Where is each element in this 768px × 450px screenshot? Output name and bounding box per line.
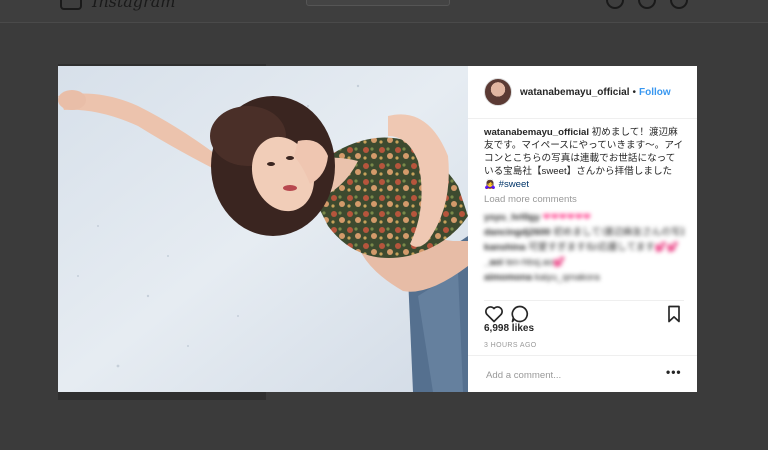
comment-hearts: 💕 <box>553 257 566 268</box>
search-input[interactable] <box>306 0 450 6</box>
comment-item: dancingdj2600 初めまして!渡辺麻友さんの写真を見てとても嬉しいです <box>484 225 684 240</box>
like-count[interactable]: 6,998 likes <box>484 323 534 334</box>
comment-text: 可愛すぎますね!応援してます <box>528 242 655 253</box>
caption-hashtag[interactable]: #sweet <box>499 179 529 190</box>
caption-username[interactable]: watanabemayu_official <box>484 127 589 138</box>
post-photo-illustration <box>58 66 468 392</box>
comment-username[interactable]: ysyu_hrl0gy <box>484 212 540 223</box>
load-more-comments-button[interactable]: Load more comments <box>484 194 577 205</box>
comment-username[interactable]: aimomona <box>484 272 532 283</box>
profile-icon[interactable] <box>670 0 688 9</box>
separator-dot: • <box>632 86 636 98</box>
caption-emoji: 🙇‍♀️ <box>484 179 496 190</box>
follow-button[interactable]: Follow <box>639 87 671 98</box>
comment-text: kaiyu_qmakora <box>534 272 600 283</box>
comment-username[interactable]: kanshina <box>484 242 526 253</box>
comment-hearts: 💕💕 <box>654 242 679 253</box>
instagram-wordmark[interactable]: Instagram <box>92 0 175 11</box>
add-comment-input[interactable] <box>484 366 658 384</box>
comment-item: kanshina 可愛すぎますね!応援してます💕💕 <box>484 240 684 255</box>
post-username[interactable]: watanabemayu_official <box>520 87 629 98</box>
comment-hearts: ❤❤❤❤❤❤ <box>542 212 591 223</box>
heart-icon[interactable] <box>638 0 656 9</box>
post-header: watanabemayu_official • Follow <box>468 66 697 119</box>
explore-icon[interactable] <box>606 0 624 9</box>
comment-icon[interactable] <box>510 304 530 324</box>
post-modal: watanabemayu_official • Follow watanabem… <box>58 66 697 392</box>
more-options-button[interactable]: ••• <box>666 365 682 379</box>
comment-text: 初めまして!渡辺麻友さんの写真を見てとても嬉しいです <box>553 227 684 238</box>
post-timestamp[interactable]: 3 HOURS AGO <box>484 342 537 349</box>
comment-list: ysyu_hrl0gy ❤❤❤❤❤❤ dancingdj2600 初めまして!渡… <box>484 210 684 285</box>
comment-item: aimomona kaiyu_qmakora <box>484 270 684 285</box>
comment-item: _aoi ten-hbsj.ao💕 <box>484 255 684 270</box>
bookmark-icon[interactable] <box>664 304 684 324</box>
camera-icon[interactable] <box>60 0 82 10</box>
post-actions <box>484 300 684 324</box>
comment-item: ysyu_hrl0gy ❤❤❤❤❤❤ <box>484 210 684 225</box>
comment-username[interactable]: dancingdj2600 <box>484 227 551 238</box>
comment-username[interactable]: _aoi <box>484 257 503 268</box>
add-comment-bar: ••• <box>468 355 697 393</box>
top-navigation-bar: Instagram <box>0 0 768 23</box>
post-photo[interactable] <box>58 66 468 392</box>
post-sidebar: watanabemayu_official • Follow watanabem… <box>468 66 697 392</box>
comment-text: ten-hbsj.ao <box>505 257 554 268</box>
heart-icon[interactable] <box>484 304 504 324</box>
avatar[interactable] <box>484 78 512 106</box>
post-caption: watanabemayu_official 初めまして！渡辺麻友です。マイペース… <box>484 126 684 191</box>
